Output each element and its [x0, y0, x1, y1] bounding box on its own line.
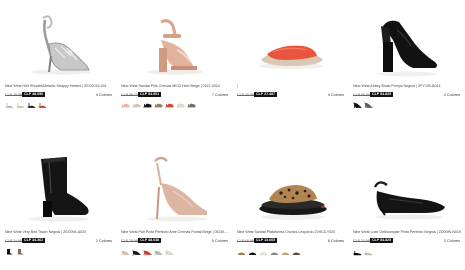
sale-price-badge: CLP 34.362 — [22, 238, 46, 243]
product-card[interactable]: Nine West Sandal Pink Cremas MIO2 Heel B… — [121, 0, 230, 135]
sale-price-badge: CLP 27.487 — [254, 92, 278, 97]
color-count[interactable]: 2 Colores — [444, 93, 460, 97]
sale-price-badge: CLP 13.665 — [254, 238, 278, 243]
price-row: CLP 74.990 CLP 54.825 2 Colores — [353, 238, 462, 244]
product-card[interactable]: Nine West Pair Pinta Perfecto Ante Crema… — [121, 135, 230, 270]
swatch-brown-boot-icon[interactable] — [16, 248, 25, 256]
swatch-black-pump-icon[interactable] — [132, 248, 141, 256]
color-swatches — [353, 248, 373, 256]
orange-slide-icon — [259, 45, 323, 69]
swatch-pink-sandal-icon[interactable] — [121, 101, 130, 109]
color-swatches — [353, 101, 373, 109]
product-image[interactable] — [121, 135, 230, 227]
product-card[interactable]: Nine West Sandal Plataforma Chunks Leopa… — [237, 135, 346, 270]
product-card[interactable]: Nine West Abbey Block Pumps Negros | ZPY… — [353, 0, 462, 135]
swatch-red-pump-icon[interactable] — [143, 248, 152, 256]
product-grid: Nine West Hirit Rhodes/Metallic Strappy … — [0, 0, 465, 270]
color-count[interactable]: 4 Colores — [96, 93, 112, 97]
price-row: CLP 99.990 CLP 54.825 2 Colores — [353, 92, 462, 98]
black-ankle-boot-icon — [29, 157, 89, 222]
price-row: CLP 79.990 CLP 48.090 4 Colores — [5, 92, 114, 98]
swatch-black-heel-icon[interactable] — [27, 101, 36, 109]
color-swatches — [5, 101, 47, 109]
color-swatches — [121, 248, 174, 256]
swatch-silver-heel-icon[interactable] — [5, 101, 14, 109]
nude-ankle-strap-pump-icon — [147, 156, 207, 222]
swatch-grey-slide-icon[interactable] — [270, 248, 279, 256]
swatch-grey-sandal-icon[interactable] — [187, 101, 196, 109]
product-image[interactable] — [353, 135, 462, 227]
swatch-tan-heel-icon[interactable] — [16, 101, 25, 109]
sale-price-badge: CLP 48.090 — [22, 92, 46, 97]
swatch-red-sandal-icon[interactable] — [165, 101, 174, 109]
swatch-cream-slide-icon[interactable] — [259, 248, 268, 256]
product-image[interactable] — [353, 0, 462, 82]
beige-block-sandal-icon — [147, 19, 203, 75]
swatch-brown-sandal-icon[interactable] — [154, 101, 163, 109]
black-slingback-flat-icon — [373, 181, 445, 220]
product-name[interactable]: Nine West Sandal Plataforma Chunks Leopa… — [237, 230, 346, 234]
swatch-black-boot-icon[interactable] — [5, 248, 14, 256]
swatch-cream-pump-icon[interactable] — [165, 248, 174, 256]
product-name[interactable]: Nine West Hirit Rhodes/Metallic Strappy … — [5, 84, 114, 88]
price-row: CLP 69.990 CLP 13.665 6 Colores — [237, 238, 346, 244]
sale-price-badge: CLP 54.825 — [370, 92, 394, 97]
product-name[interactable]: Nine West Luxe Gelbcompair Pinta Perfect… — [353, 230, 462, 234]
product-image[interactable] — [237, 0, 346, 82]
swatch-silver-pump-icon[interactable] — [154, 248, 163, 256]
product-image[interactable] — [5, 135, 114, 227]
swatch-black-flat-icon[interactable] — [353, 248, 362, 256]
swatch-leopard-slide-icon[interactable] — [237, 248, 246, 256]
swatch-beige-flat-icon[interactable] — [364, 248, 373, 256]
color-swatches — [5, 248, 25, 256]
product-image[interactable] — [5, 0, 114, 82]
swatch-tan-slide-icon[interactable] — [281, 248, 290, 256]
color-count[interactable]: 7 Colores — [212, 93, 228, 97]
product-name[interactable]: Nine West Sandal Pink Cremas MIO2 Heel B… — [121, 84, 230, 88]
price-row: CLP 89.750 CLP 54.901 7 Colores — [121, 92, 230, 98]
black-block-pump-icon — [377, 20, 437, 77]
product-card[interactable]: Nine West Luxe Gelbcompair Pinta Perfect… — [353, 135, 462, 270]
product-card[interactable]: / CLP 45.990 CLP 27.487 4 Colores — [237, 0, 346, 135]
sale-price-badge: CLP 48.038 — [138, 238, 162, 243]
leopard-platform-slide-icon — [259, 185, 327, 220]
color-count[interactable]: 5 Colores — [212, 239, 228, 243]
product-image[interactable] — [237, 135, 346, 227]
swatch-beige-sandal-icon[interactable] — [132, 101, 141, 109]
color-swatches — [121, 101, 196, 109]
product-name[interactable]: Nine West Very Bird Teach Negros | ZEO09… — [5, 230, 114, 234]
swatch-brown-pump-icon[interactable] — [364, 101, 373, 109]
swatch-brown-slide-icon[interactable] — [292, 248, 301, 256]
price-row: CLP 74.990 CLP 34.362 2 Colores — [5, 238, 114, 244]
swatch-nude-pump-icon[interactable] — [121, 248, 130, 256]
swatch-cream-sandal-icon[interactable] — [176, 101, 185, 109]
product-name[interactable]: Nine West Pair Pinta Perfecto Ante Crema… — [121, 230, 230, 234]
sale-price-badge: CLP 54.825 — [370, 238, 394, 243]
color-count[interactable]: 6 Colores — [328, 239, 344, 243]
price-row: CLP 45.990 CLP 27.487 4 Colores — [237, 92, 346, 98]
product-card[interactable]: Nine West Hirit Rhodes/Metallic Strappy … — [5, 0, 114, 135]
swatch-red-heel-icon[interactable] — [38, 101, 47, 109]
color-swatches — [237, 248, 301, 256]
product-name[interactable]: / — [237, 84, 346, 88]
product-card[interactable]: Nine West Very Bird Teach Negros | ZEO09… — [5, 135, 114, 270]
sale-price-badge: CLP 54.901 — [138, 92, 162, 97]
swatch-black-sandal-icon[interactable] — [143, 101, 152, 109]
product-image[interactable] — [121, 0, 230, 82]
color-count[interactable]: 4 Colores — [328, 93, 344, 97]
product-name[interactable]: Nine West Abbey Block Pumps Negros | ZPY… — [353, 84, 462, 88]
color-count[interactable]: 2 Colores — [444, 239, 460, 243]
silver-strappy-heel-icon — [31, 15, 91, 75]
price-row: CLP 79.990 CLP 48.038 5 Colores — [121, 238, 230, 244]
swatch-black-slide-icon[interactable] — [248, 248, 257, 256]
swatch-black-pump-icon[interactable] — [353, 101, 362, 109]
color-count[interactable]: 2 Colores — [96, 239, 112, 243]
